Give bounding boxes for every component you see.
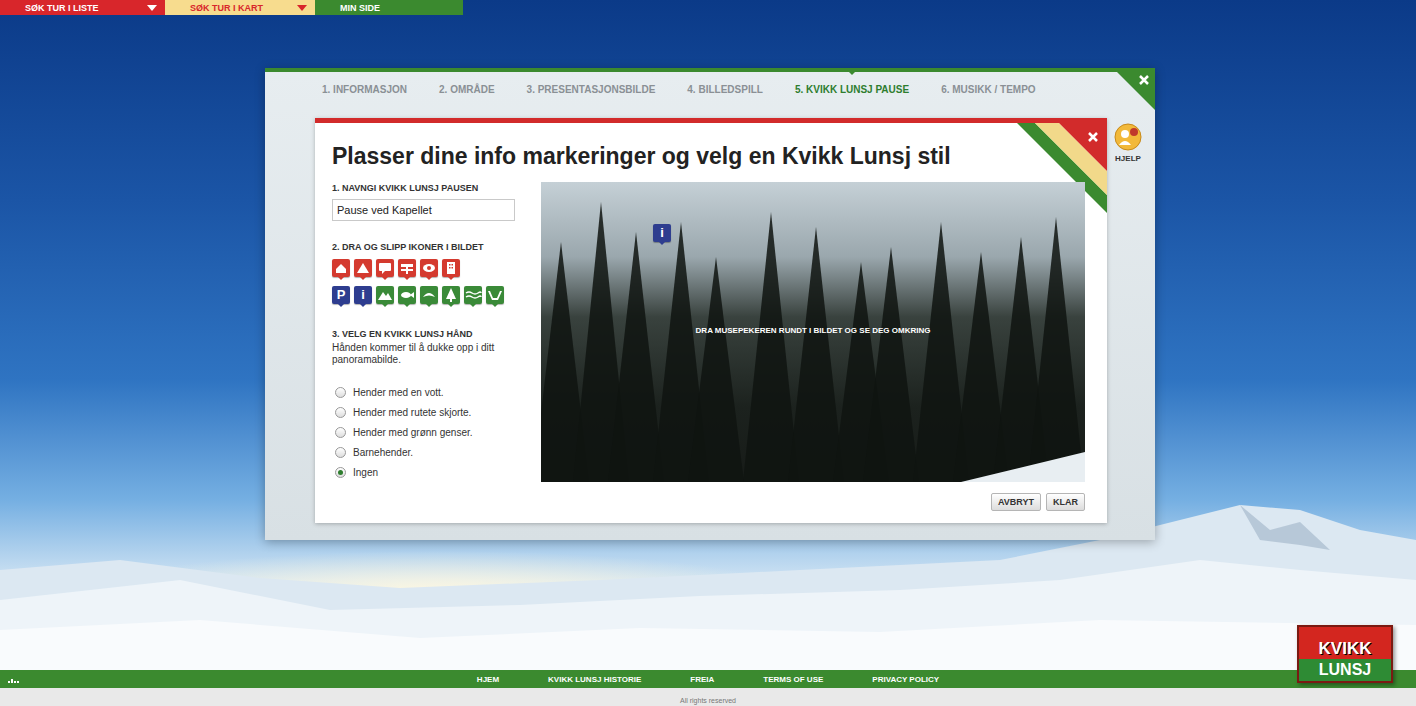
hand-label: 3. VELG EN KVIKK LUNSJ HÅND	[332, 329, 541, 339]
letter-marker-icon[interactable]: P	[332, 286, 350, 307]
bird-icon	[420, 286, 438, 304]
kvikk-lunsj-logo[interactable]: KVIKKLUNSJ	[1297, 625, 1393, 683]
panel-title: Plasser dine info markeringer og velg en…	[332, 143, 1085, 169]
building-marker-icon[interactable]	[442, 259, 460, 280]
house-icon	[332, 259, 350, 277]
footer-link[interactable]: TERMS OF USE	[763, 675, 823, 684]
footer-link[interactable]: PRIVACY POLICY	[872, 675, 939, 684]
main-area: 1. INFORMASJON 2. OMRÅDE 3. PRESENTASJONSB…	[0, 15, 1416, 670]
footer-link[interactable]: HJEM	[477, 675, 499, 684]
bubble-marker-icon[interactable]	[376, 259, 394, 280]
wizard-step[interactable]: 6. MUSIKK / TEMPO	[941, 84, 1035, 95]
house-marker-icon[interactable]	[332, 259, 350, 280]
fish-marker-icon[interactable]	[398, 286, 416, 307]
name-label: 1. NAVNGI KVIKK LUNSJ PAUSEN	[332, 183, 541, 193]
hand-options: Hender med en vott.Hender med rutete skj…	[332, 382, 541, 482]
radio-button[interactable]	[335, 387, 346, 398]
valley-icon	[486, 286, 504, 304]
wizard-step[interactable]: 1. INFORMASJON	[322, 84, 407, 95]
bird-marker-icon[interactable]	[420, 286, 438, 307]
nav-tab[interactable]: SØK TUR I KART	[165, 0, 315, 15]
tree-icon	[442, 286, 460, 304]
waves-marker-icon[interactable]	[464, 286, 482, 307]
eye-icon	[420, 259, 438, 277]
hand-description: Hånden kommer til å dukke opp i ditt pan…	[332, 342, 512, 366]
eye-marker-icon[interactable]	[420, 259, 438, 280]
letter-marker-icon[interactable]: i	[354, 286, 372, 307]
panorama-photo[interactable]: i DRA MUSEPEKEREN RUNDT I BILDET OG SE DE…	[541, 182, 1085, 482]
settings-column: 1. NAVNGI KVIKK LUNSJ PAUSEN 2. DRA OG SL…	[332, 182, 541, 482]
peak-icon	[354, 259, 372, 277]
info-marker-icon[interactable]: i	[653, 224, 671, 245]
wizard-steps: 1. INFORMASJON 2. OMRÅDE 3. PRESENTASJONSB…	[322, 82, 1155, 96]
name-field[interactable]	[332, 199, 515, 221]
nav-tab[interactable]: SØK TUR I LISTE	[0, 0, 165, 15]
icons-label: 2. DRA OG SLIPP IKONER I BILDET	[332, 242, 541, 252]
wizard-step[interactable]: 4. BILLEDSPILL	[687, 84, 763, 95]
top-nav: SØK TUR I LISTESØK TUR I KARTMIN SIDE	[0, 0, 1416, 15]
wizard-step[interactable]: 3. PRESENTASJONSBILDE	[527, 84, 656, 95]
footer-link[interactable]: FREIA	[690, 675, 714, 684]
wizard-step[interactable]: 2. OMRÅDE	[439, 84, 495, 95]
cancel-button[interactable]: AVBRYT	[991, 493, 1041, 511]
valley-marker-icon[interactable]	[486, 286, 504, 307]
help-button[interactable]: HJELP	[1113, 122, 1143, 163]
mountains-marker-icon[interactable]	[376, 286, 394, 307]
tree-marker-icon[interactable]	[442, 286, 460, 307]
waves-icon	[464, 286, 482, 304]
nav-tab[interactable]: MIN SIDE	[315, 0, 463, 15]
sound-icon[interactable]	[8, 675, 22, 683]
hand-option[interactable]: Hender med en vott.	[335, 382, 541, 402]
photo-hint: DRA MUSEPEKEREN RUNDT I BILDET OG SE DEG…	[541, 326, 1085, 335]
help-icon	[1113, 122, 1143, 152]
done-button[interactable]: KLAR	[1046, 493, 1085, 511]
peak-marker-icon[interactable]	[354, 259, 372, 280]
hand-option[interactable]: Hender med grønn genser.	[335, 422, 541, 442]
pause-panel: Plasser dine info markeringer og velg en…	[315, 118, 1107, 523]
sign-icon	[398, 259, 416, 277]
building-icon	[442, 259, 460, 277]
copyright: All rights reserved	[0, 688, 1416, 706]
radio-button[interactable]	[335, 467, 346, 478]
radio-button[interactable]	[335, 447, 346, 458]
hand-option[interactable]: Barnehender.	[335, 442, 541, 462]
footer-link[interactable]: KVIKK LUNSJ HISTORIE	[548, 675, 641, 684]
sign-marker-icon[interactable]	[398, 259, 416, 280]
hand-option[interactable]: Ingen	[335, 462, 541, 482]
bubble-icon	[376, 259, 394, 277]
radio-button[interactable]	[335, 407, 346, 418]
footer-bar: HJEM KVIKK LUNSJ HISTORIE FREIA TERMS OF US…	[0, 670, 1416, 688]
wizard-dialog: 1. INFORMASJON 2. OMRÅDE 3. PRESENTASJONSB…	[265, 68, 1155, 540]
radio-button[interactable]	[335, 427, 346, 438]
icon-palette-row	[332, 259, 541, 280]
dropdown-arrow-icon	[297, 5, 307, 11]
panel-content: 1. NAVNGI KVIKK LUNSJ PAUSEN 2. DRA OG SL…	[332, 182, 1085, 482]
hand-option[interactable]: Hender med rutete skjorte.	[335, 402, 541, 422]
close-icon[interactable]	[1113, 68, 1155, 110]
mountains-icon	[376, 286, 394, 304]
fish-icon	[398, 286, 416, 304]
icon-palette-row: Pi	[332, 286, 541, 307]
wizard-step[interactable]: 5. KVIKK LUNSJ PAUSE	[795, 84, 909, 95]
dropdown-arrow-icon	[147, 5, 157, 11]
button-row: AVBRYT KLAR	[332, 493, 1085, 511]
